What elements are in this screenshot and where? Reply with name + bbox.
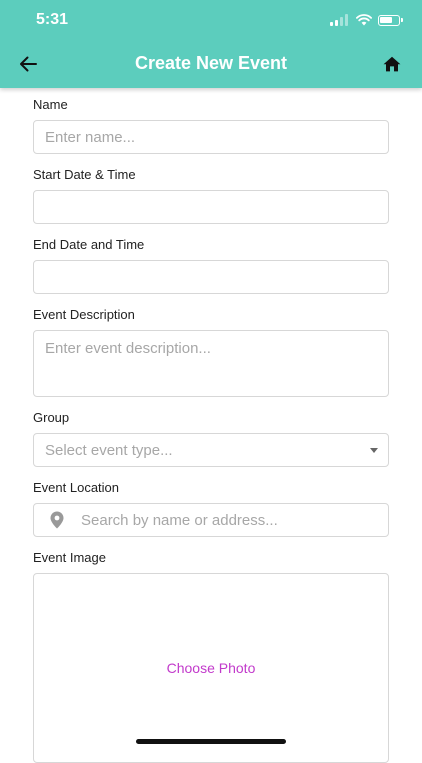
- cellular-signal-icon: [330, 14, 350, 26]
- start-datetime-label: Start Date & Time: [33, 167, 136, 182]
- start-datetime-input[interactable]: [33, 190, 389, 224]
- wifi-icon: [356, 14, 372, 26]
- map-pin-icon: [47, 510, 67, 530]
- home-icon: [383, 56, 401, 72]
- location-label: Event Location: [33, 480, 120, 495]
- status-icons: [330, 12, 403, 28]
- event-image-label: Event Image: [33, 550, 106, 565]
- description-label: Event Description: [33, 307, 135, 322]
- status-time: 5:31: [36, 11, 69, 28]
- group-select-value: Select event type...: [45, 441, 173, 459]
- location-input[interactable]: [79, 510, 373, 530]
- end-datetime-input[interactable]: [33, 260, 389, 294]
- image-picker[interactable]: Choose Photo: [33, 573, 389, 763]
- group-select[interactable]: Select event type...: [33, 433, 389, 467]
- caret-down-icon: [370, 448, 378, 453]
- description-textarea[interactable]: [33, 330, 389, 397]
- battery-icon: [378, 14, 403, 26]
- app-header: 5:31 Create New Event: [0, 0, 422, 88]
- name-input[interactable]: [33, 120, 389, 154]
- location-search[interactable]: [33, 503, 389, 537]
- name-label: Name: [33, 97, 68, 112]
- page-title: Create New Event: [134, 53, 288, 73]
- choose-photo-button[interactable]: Choose Photo: [167, 660, 256, 676]
- home-button[interactable]: [380, 52, 404, 76]
- group-label: Group: [33, 410, 70, 425]
- end-datetime-label: End Date and Time: [33, 237, 145, 252]
- home-indicator: [136, 739, 286, 744]
